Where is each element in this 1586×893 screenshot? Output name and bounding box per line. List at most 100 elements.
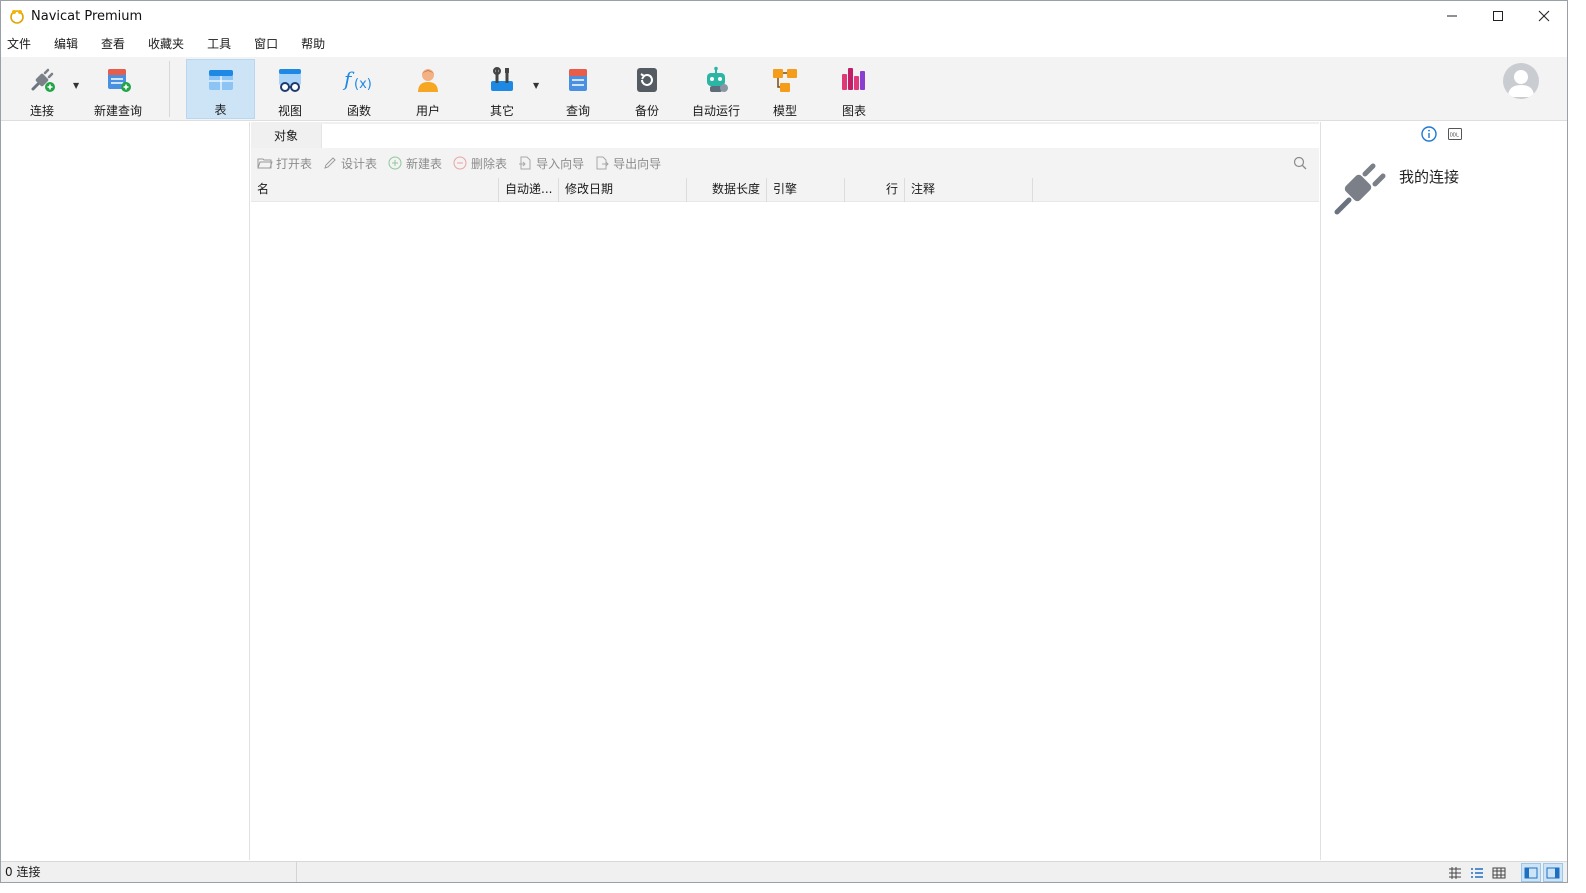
toggle-right-pane-button[interactable]	[1543, 863, 1563, 882]
column-header-data-length[interactable]: 数据长度	[687, 178, 767, 202]
maximize-icon	[1493, 11, 1503, 21]
tools-icon	[491, 66, 513, 91]
right-pane-icon	[1546, 867, 1560, 878]
model-icon	[773, 68, 797, 92]
close-button[interactable]	[1521, 1, 1567, 31]
query-label: 查询	[565, 104, 590, 118]
column-header-name[interactable]: 名	[251, 178, 499, 202]
column-header-auto-increment[interactable]: 自动递...	[499, 178, 559, 202]
export-wizard-button[interactable]: 导出向导	[594, 155, 661, 172]
model-button[interactable]: 模型	[754, 59, 816, 119]
import-wizard-label: 导入向导	[536, 156, 585, 171]
main-toolbar: 连接 ▼ 新建查询 表 视图 f (x) 函数 用户 其它 ▼ 查询 备份 自动…	[1, 57, 1567, 121]
new-query-icon	[108, 68, 131, 92]
object-pane: 对象 打开表 设计表 新建表 删除表 导入向导 导出向导 名 自动递... 修改…	[251, 122, 1319, 860]
detail-list-icon	[1471, 867, 1483, 878]
new-table-label: 新建表	[406, 156, 443, 171]
user-avatar[interactable]	[1503, 63, 1539, 99]
column-header-comment[interactable]: 注释	[905, 178, 1033, 202]
icon-view-button[interactable]	[1489, 863, 1509, 882]
menu-help[interactable]: 帮助	[295, 33, 332, 55]
minimize-icon	[1447, 15, 1457, 17]
function-icon: f (x)	[342, 67, 372, 92]
toggle-left-pane-button[interactable]	[1521, 863, 1541, 882]
import-wizard-button[interactable]: 导入向导	[517, 155, 584, 172]
other-button[interactable]: 其它	[472, 59, 532, 119]
chart-button[interactable]: 图表	[823, 59, 885, 119]
toolbar-separator	[169, 61, 170, 117]
plug-icon	[1334, 163, 1386, 215]
menu-view[interactable]: 查看	[95, 33, 132, 55]
menu-edit[interactable]: 编辑	[48, 33, 85, 55]
connect-button[interactable]: 连接	[15, 59, 69, 119]
other-dropdown-icon[interactable]: ▼	[533, 81, 539, 90]
user-button[interactable]: 用户	[397, 59, 459, 119]
window-controls	[1429, 1, 1567, 31]
list-view-button[interactable]	[1445, 863, 1465, 882]
connect-dropdown-icon[interactable]: ▼	[73, 81, 79, 90]
connection-tree-pane[interactable]	[1, 122, 250, 860]
backup-icon	[637, 67, 657, 92]
delete-table-button[interactable]: 删除表	[452, 155, 507, 172]
robot-icon	[707, 66, 728, 92]
info-pane-toolbar: DDL	[1421, 126, 1463, 145]
menu-favorites[interactable]: 收藏夹	[142, 33, 191, 55]
automation-label: 自动运行	[691, 104, 740, 118]
automation-button[interactable]: 自动运行	[685, 59, 747, 119]
connection-title: 我的连接	[1399, 168, 1460, 186]
column-header-engine[interactable]: 引擎	[767, 178, 845, 202]
info-pane: DDL 我的连接	[1320, 122, 1567, 860]
column-header-rows[interactable]: 行	[845, 178, 905, 202]
backup-label: 备份	[634, 104, 659, 118]
design-table-button[interactable]: 设计表	[322, 155, 377, 172]
function-label: 函数	[346, 104, 371, 118]
chart-icon	[842, 67, 865, 90]
search-icon[interactable]	[1293, 156, 1307, 173]
plug-add-icon	[31, 68, 55, 92]
model-label: 模型	[772, 104, 797, 118]
new-query-label: 新建查询	[93, 104, 142, 118]
export-icon	[596, 156, 609, 170]
detail-view-button[interactable]	[1467, 863, 1487, 882]
svg-text:DDL: DDL	[1450, 133, 1459, 139]
connection-count: 0 连接	[1, 862, 297, 882]
title-bar: Navicat Premium	[1, 1, 1567, 31]
view-mode-buttons	[1445, 863, 1563, 882]
table-label: 表	[214, 103, 227, 117]
minimize-button[interactable]	[1429, 1, 1475, 31]
remove-circle-icon	[453, 156, 467, 170]
query-button[interactable]: 查询	[547, 59, 609, 119]
close-icon	[1538, 10, 1550, 22]
menu-file[interactable]: 文件	[1, 33, 38, 55]
ddl-icon[interactable]: DDL	[1447, 126, 1463, 145]
chart-label: 图表	[841, 104, 866, 118]
table-button[interactable]: 表	[186, 59, 255, 119]
left-pane-icon	[1524, 867, 1538, 878]
pencil-icon	[324, 157, 336, 169]
status-bar: 0 连接	[1, 861, 1567, 882]
view-button[interactable]: 视图	[259, 59, 321, 119]
add-circle-icon	[388, 156, 402, 170]
user-icon	[418, 68, 438, 92]
grid-small-icon	[1449, 866, 1461, 879]
function-button[interactable]: f (x) 函数	[328, 59, 390, 119]
view-label: 视图	[277, 104, 302, 118]
connect-label: 连接	[29, 104, 54, 118]
backup-button[interactable]: 备份	[616, 59, 678, 119]
grid-icon	[1492, 867, 1506, 878]
info-icon[interactable]	[1421, 126, 1437, 145]
maximize-button[interactable]	[1475, 1, 1521, 31]
new-query-button[interactable]: 新建查询	[89, 59, 147, 119]
user-label: 用户	[415, 104, 440, 118]
new-table-button[interactable]: 新建表	[387, 155, 442, 172]
menu-tools[interactable]: 工具	[201, 33, 238, 55]
avatar-icon	[1508, 70, 1534, 97]
folder-open-icon	[257, 158, 273, 169]
column-header-modified-date[interactable]: 修改日期	[559, 178, 687, 202]
tab-objects[interactable]: 对象	[251, 122, 321, 148]
menu-window[interactable]: 窗口	[248, 33, 285, 55]
window-title: Navicat Premium	[31, 8, 143, 24]
open-table-button[interactable]: 打开表	[257, 155, 312, 172]
object-toolbar: 打开表 设计表 新建表 删除表 导入向导 导出向导	[251, 148, 1319, 178]
navicat-logo-icon	[10, 10, 24, 24]
